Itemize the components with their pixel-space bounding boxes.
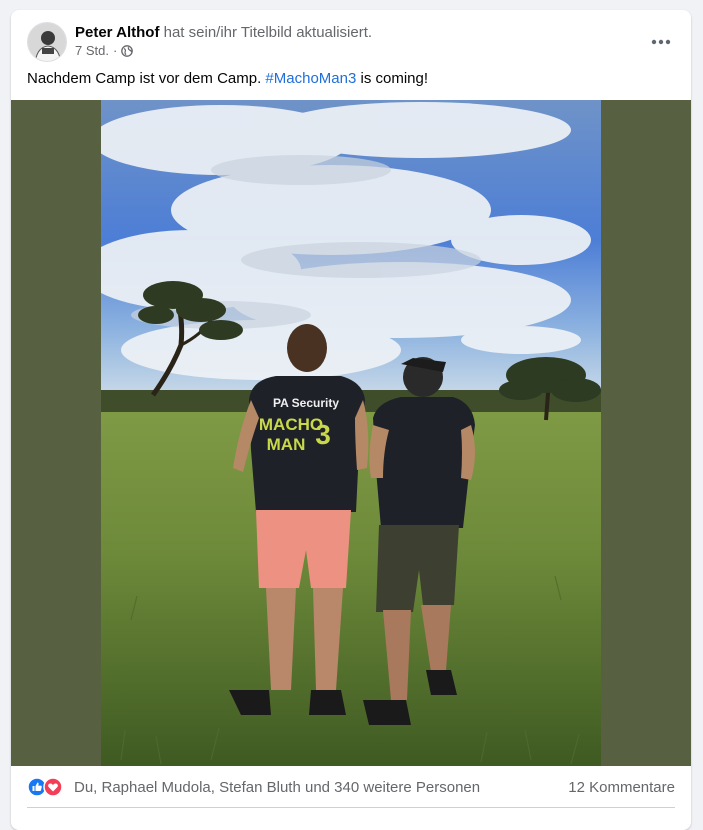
post-text-end: is coming! <box>356 70 429 87</box>
cover-photo-image: PA Security MACHO MAN 3 <box>101 100 601 766</box>
shirt-text-macho: MACHO <box>259 415 323 434</box>
shirt-text-security: PA Security <box>273 396 339 410</box>
reaction-names[interactable]: Du, Raphael Mudola, Stefan Bluth und 340… <box>74 779 480 796</box>
author-avatar[interactable] <box>27 22 67 62</box>
author-name[interactable]: Peter Althof <box>75 24 159 41</box>
shirt-text-man: MAN <box>267 435 306 454</box>
love-icon <box>43 777 63 797</box>
post-header: Peter Althof hat sein/ihr Titelbild aktu… <box>11 10 691 66</box>
more-horizontal-icon <box>651 39 671 45</box>
post-action-text: hat sein/ihr Titelbild aktualisiert. <box>159 24 373 41</box>
avatar-image <box>28 23 66 61</box>
post-photo[interactable]: PA Security MACHO MAN 3 <box>11 100 691 766</box>
post-meta: 7 Std. · <box>75 43 134 58</box>
post-timestamp[interactable]: 7 Std. <box>75 43 109 58</box>
action-divider <box>27 807 675 808</box>
post-text: Nachdem Camp ist vor dem Camp. #MachoMan… <box>27 69 428 89</box>
more-options-button[interactable] <box>643 24 679 60</box>
shirt-text-number: 3 <box>315 419 331 450</box>
meta-separator: · <box>112 43 118 58</box>
post-card: Peter Althof hat sein/ihr Titelbild aktu… <box>11 10 691 830</box>
comment-count[interactable]: 12 Kommentare <box>568 779 675 796</box>
reaction-icons[interactable] <box>27 777 67 797</box>
hashtag-link[interactable]: #MachoMan3 <box>265 70 356 87</box>
author-line: Peter Althof hat sein/ihr Titelbild aktu… <box>75 23 372 42</box>
post-text-main: Nachdem Camp ist vor dem Camp. <box>27 70 266 87</box>
reactions-row: Du, Raphael Mudola, Stefan Bluth und 340… <box>27 776 675 800</box>
globe-icon[interactable] <box>121 44 134 57</box>
